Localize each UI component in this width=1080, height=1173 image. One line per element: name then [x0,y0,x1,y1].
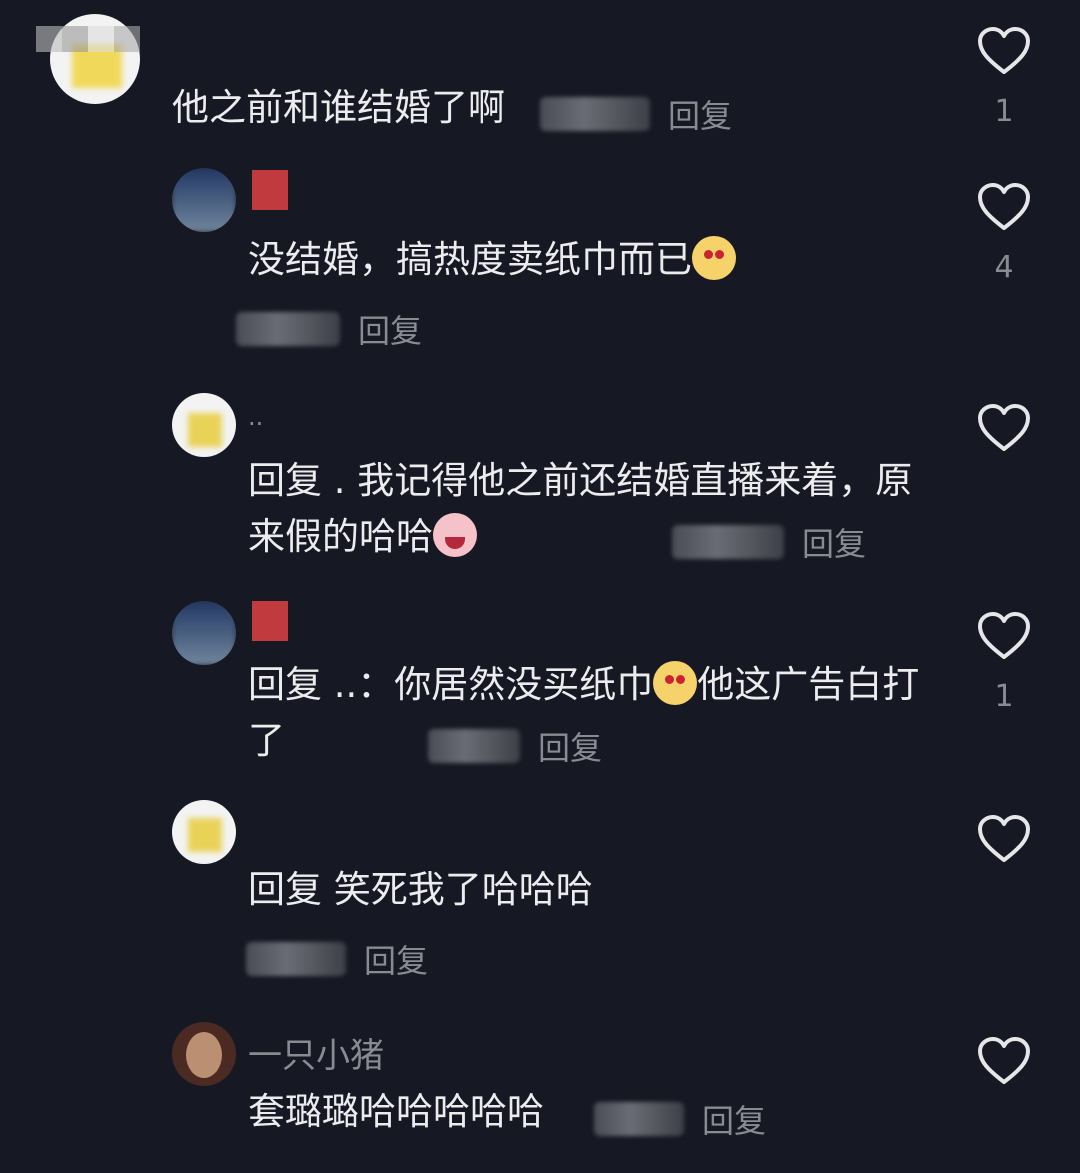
heart-outline-icon [978,815,1030,862]
reply-button[interactable]: 回复 [802,519,866,565]
comment-meta: 回复 [236,306,422,352]
heart-outline-icon [978,1037,1030,1084]
timestamp-redacted [540,97,650,131]
comment-text-content: 回复 笑死我了哈哈哈 [248,868,593,911]
avatar-image [188,818,222,852]
comment-item: 回复 ..：你居然没买纸巾 他这广告白打了 回复 1 [0,595,1080,785]
reply-button[interactable]: 回复 [538,723,602,769]
comment-item: 回复 笑死我了哈哈哈 回复 [0,800,1080,1000]
like-count: 4 [994,250,1014,285]
like-count: 1 [994,679,1014,714]
reply-button[interactable]: 回复 [364,936,428,982]
avatar[interactable] [172,601,236,665]
timestamp-redacted [246,942,346,976]
reply-button[interactable]: 回复 [668,91,732,137]
avatar-image [186,1032,222,1078]
comment-meta: 回复 [428,723,602,769]
heart-outline-icon [978,183,1030,230]
like-count [976,1104,1032,1140]
comment-meta: 回复 [246,936,428,982]
avatar[interactable] [172,1022,236,1086]
comment-meta: 回复 [672,519,866,565]
avatar-image [172,168,236,232]
like-button[interactable] [976,814,1032,918]
comment-item: 一只小猪 套璐璐哈哈哈哈哈 回复 [0,1018,1080,1168]
comment-item: 没结婚，搞热度卖纸巾而已 回复 4 [0,160,1080,360]
like-count: 1 [994,94,1014,129]
comment-text-content: 套璐璐哈哈哈哈哈 [248,1090,544,1133]
sweet-emoji-icon [653,661,698,705]
timestamp-redacted [236,312,340,346]
username-mosaic [36,26,140,52]
avatar[interactable] [172,800,236,864]
heart-outline-icon [978,27,1030,74]
heart-outline-icon [978,612,1030,659]
comment-text-content: 没结婚，搞热度卖纸巾而已 [248,238,692,281]
sweet-emoji-icon [692,236,736,280]
like-button[interactable]: 1 [976,611,1032,715]
avatar[interactable] [172,168,236,232]
heart-outline-icon [978,404,1030,451]
timestamp-redacted [672,525,784,559]
username-mosaic [252,601,288,641]
like-button[interactable]: 1 [976,26,1032,130]
comment-item: .. 回复 . 我记得他之前还结婚直播来着，原来假的哈哈 回复 [0,385,1080,585]
like-button[interactable]: 4 [976,182,1032,286]
username[interactable]: 一只小猪 [248,1028,384,1077]
reply-button[interactable]: 回复 [702,1096,766,1142]
comment-item: 他之前和谁结婚了啊 回复 1 [0,0,1080,150]
avatar-image [172,601,236,665]
like-count [976,471,1032,507]
comment-meta: 回复 [594,1096,766,1142]
comment-text: 回复 笑死我了哈哈哈 [248,862,928,918]
avatar-image [188,413,222,447]
like-button[interactable] [976,403,1032,507]
like-count [976,882,1032,918]
reply-button[interactable]: 回复 [358,306,422,352]
laughing-crying-emoji-icon [433,513,477,557]
avatar[interactable] [172,393,236,457]
comment-text: 没结婚，搞热度卖纸巾而已 [248,232,928,288]
comment-text: 套璐璐哈哈哈哈哈 [248,1084,928,1140]
comment-text: 他之前和谁结婚了啊 [172,86,505,129]
like-button[interactable] [976,1036,1032,1140]
timestamp-redacted [594,1102,684,1136]
comment-text-content: 回复 ..：你居然没买纸巾 [248,663,654,706]
username-mosaic [252,170,288,210]
username[interactable]: .. [248,403,263,431]
comment-meta: 回复 [540,91,732,137]
timestamp-redacted [428,729,520,763]
